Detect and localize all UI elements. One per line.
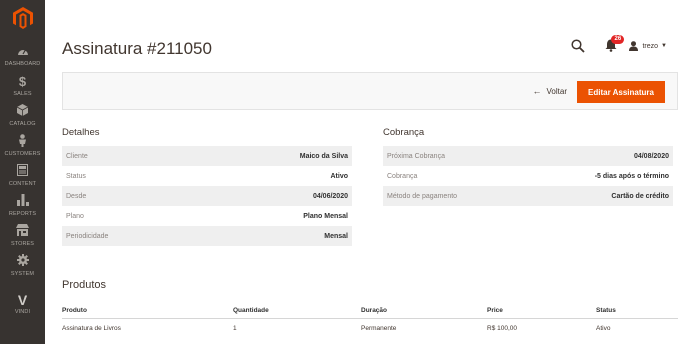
sidebar-item-content[interactable]: CONTENT [0, 164, 45, 194]
column-header-status: Status [596, 307, 616, 314]
details-value: Maico da Silva [299, 152, 348, 160]
sidebar-item-catalog[interactable]: CATALOG [0, 104, 45, 134]
details-value: Mensal [324, 232, 348, 240]
details-key: Status [66, 172, 86, 180]
sidebar-item-label: CATALOG [9, 121, 36, 127]
billing-value: Cartão de crédito [611, 192, 669, 200]
sidebar-item-label: SALES [13, 91, 32, 97]
details-row: Status Ativo [62, 166, 352, 186]
sidebar-item-label: SYSTEM [10, 271, 35, 277]
product-price-cell: R$ 100,00 [487, 324, 517, 332]
billing-value: 04/08/2020 [633, 152, 669, 160]
sidebar-item-label: CONTENT [8, 181, 37, 187]
back-button-label: Voltar [546, 86, 567, 96]
gauge-icon [0, 44, 45, 60]
billing-section-title: Cobrança [383, 127, 425, 138]
billing-key: Método de pagamento [387, 192, 458, 200]
sidebar-item-sales[interactable]: $ SALES [0, 74, 45, 104]
header-actions: 26 trezo ▼ [571, 35, 667, 54]
column-header-quantity: Quantidade [233, 307, 269, 314]
notifications-badge: 26 [611, 35, 625, 44]
user-name: trezo [642, 42, 659, 50]
page-title: Assinatura #211050 [62, 39, 212, 58]
sidebar-item-label: CUSTOMERS [4, 151, 41, 157]
billing-row: Método de pagamento Cartão de crédito [383, 186, 673, 206]
details-value: 04/06/2020 [312, 192, 348, 200]
sidebar-item-label: DASHBOARD [4, 61, 41, 67]
person-icon [0, 134, 45, 150]
product-name-cell: Assinatura de Livros [62, 324, 121, 332]
gear-icon [0, 254, 45, 270]
vindi-logo-icon: V [17, 292, 28, 308]
product-status-cell: Ativo [596, 324, 611, 332]
billing-key: Próxima Cobrança [387, 152, 445, 160]
product-duration-cell: Permanente [361, 324, 397, 332]
store-icon [0, 224, 45, 240]
details-section-title: Detalhes [62, 127, 100, 138]
sidebar-item-reports[interactable]: REPORTS [0, 194, 45, 224]
details-key: Desde [66, 192, 87, 200]
admin-sidebar: DASHBOARD $ SALES CATALOG CUSTOMERS CONT… [0, 0, 45, 344]
column-header-duration: Duração [361, 307, 388, 314]
table-row: Assinatura de Livros 1 Permanente R$ 100… [62, 319, 678, 337]
back-button[interactable]: ← Voltar [533, 86, 567, 96]
sidebar-item-stores[interactable]: STORES [0, 224, 45, 254]
details-row: Cliente Maico da Silva [62, 146, 352, 166]
bar-chart-icon [0, 194, 45, 210]
details-key: Periodicidade [66, 232, 109, 240]
product-quantity-cell: 1 [233, 324, 237, 332]
sidebar-item-system[interactable]: SYSTEM [0, 254, 45, 284]
caret-down-icon: ▼ [661, 43, 667, 49]
billing-value: -5 dias após o término [594, 172, 669, 180]
user-menu[interactable]: trezo ▼ [629, 41, 667, 51]
billing-table: Próxima Cobrança 04/08/2020 Cobrança -5 … [383, 146, 673, 206]
sidebar-item-dashboard[interactable]: DASHBOARD [0, 44, 45, 74]
magento-logo-icon[interactable] [13, 7, 33, 29]
details-table: Cliente Maico da Silva Status Ativo Desd… [62, 146, 352, 246]
cube-icon [0, 104, 45, 120]
edit-subscription-button[interactable]: Editar Assinatura [577, 81, 665, 103]
products-table: Produto Quantidade Duração Price Status … [62, 303, 678, 337]
sidebar-item-vindi[interactable]: V VINDI [0, 292, 45, 322]
products-table-header: Produto Quantidade Duração Price Status [62, 303, 678, 319]
products-section-title: Produtos [62, 279, 107, 291]
billing-row: Cobrança -5 dias após o término [383, 166, 673, 186]
details-value: Ativo [330, 172, 349, 180]
sidebar-item-label: REPORTS [8, 211, 37, 217]
billing-row: Próxima Cobrança 04/08/2020 [383, 146, 673, 166]
sidebar-item-label: VINDI [14, 309, 31, 315]
details-value: Plano Mensal [303, 212, 348, 220]
billing-key: Cobrança [387, 172, 418, 180]
sidebar-item-customers[interactable]: CUSTOMERS [0, 134, 45, 164]
column-header-price: Price [487, 307, 503, 314]
dollar-icon: $ [18, 74, 27, 89]
page-actions-bar: ← Voltar Editar Assinatura [62, 72, 678, 110]
content-icon [0, 164, 45, 180]
arrow-left-icon: ← [532, 86, 542, 96]
details-row: Desde 04/06/2020 [62, 186, 352, 206]
sidebar-item-label: STORES [10, 241, 35, 247]
search-icon[interactable] [571, 39, 586, 53]
details-key: Plano [66, 212, 84, 220]
details-row: Plano Plano Mensal [62, 206, 352, 226]
details-key: Cliente [66, 152, 88, 160]
notifications-button[interactable]: 26 [605, 35, 625, 53]
user-icon [629, 41, 639, 51]
details-row: Periodicidade Mensal [62, 226, 352, 246]
column-header-product: Produto [62, 307, 87, 314]
